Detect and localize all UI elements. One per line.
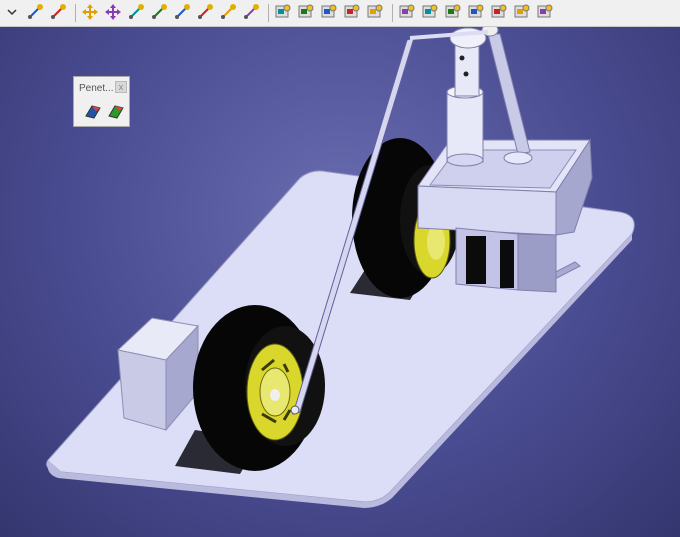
- analysis-1-button[interactable]: [273, 3, 293, 23]
- analysis-5-button[interactable]: [365, 3, 385, 23]
- constraint-3-icon: [444, 3, 462, 24]
- penetration-section-icon: [84, 102, 102, 123]
- measure-between-button[interactable]: [172, 3, 192, 23]
- dropdown-arrow-button[interactable]: [2, 3, 22, 23]
- compass-icon: [150, 3, 168, 24]
- constraint-5-button[interactable]: [489, 3, 509, 23]
- constraint-6-button[interactable]: [512, 3, 532, 23]
- toolbar-separator: [392, 4, 393, 22]
- analysis-3-button[interactable]: [319, 3, 339, 23]
- penetration-analysis-icon: [107, 102, 125, 123]
- penetration-panel: Penet... x: [73, 76, 130, 127]
- compass-button[interactable]: [149, 3, 169, 23]
- constraint-6-icon: [513, 3, 531, 24]
- panel-close-button[interactable]: x: [115, 81, 127, 93]
- analysis-2-icon: [297, 3, 315, 24]
- analysis-1-icon: [274, 3, 292, 24]
- panel-title: Penet...: [79, 82, 114, 94]
- constraint-2-icon: [421, 3, 439, 24]
- pan-button[interactable]: [103, 3, 123, 23]
- constraint-4-icon: [467, 3, 485, 24]
- penetration-analysis-button[interactable]: [106, 101, 128, 123]
- fly-icon: [81, 3, 99, 24]
- paint-brush-icon: [26, 3, 44, 24]
- toolbar-separator: [75, 4, 76, 22]
- constraint-7-button[interactable]: [535, 3, 555, 23]
- constraint-5-icon: [490, 3, 508, 24]
- inertia-button[interactable]: [218, 3, 238, 23]
- clash-icon: [242, 3, 260, 24]
- measure-between-icon: [173, 3, 191, 24]
- analysis-5-icon: [366, 3, 384, 24]
- constraint-7-icon: [536, 3, 554, 24]
- panel-header[interactable]: Penet... x: [74, 77, 129, 99]
- penetration-section-button[interactable]: [82, 101, 104, 123]
- constraint-1-icon: [398, 3, 416, 24]
- tie-rod-joint: [290, 405, 300, 415]
- constraint-1-button[interactable]: [397, 3, 417, 23]
- toolbar-separator: [268, 4, 269, 22]
- analysis-4-button[interactable]: [342, 3, 362, 23]
- constraint-4-button[interactable]: [466, 3, 486, 23]
- fly-button[interactable]: [80, 3, 100, 23]
- inertia-icon: [219, 3, 237, 24]
- measure-item-icon: [196, 3, 214, 24]
- measure-item-button[interactable]: [195, 3, 215, 23]
- snap-icon: [127, 3, 145, 24]
- analysis-2-button[interactable]: [296, 3, 316, 23]
- snap-button[interactable]: [126, 3, 146, 23]
- material-icon: [49, 3, 67, 24]
- toolbar: [0, 0, 680, 27]
- dropdown-arrow-icon: [3, 3, 21, 24]
- analysis-4-icon: [343, 3, 361, 24]
- paint-brush-button[interactable]: [25, 3, 45, 23]
- analysis-3-icon: [320, 3, 338, 24]
- constraint-2-button[interactable]: [420, 3, 440, 23]
- pan-icon: [104, 3, 122, 24]
- clash-button[interactable]: [241, 3, 261, 23]
- panel-tools: [74, 99, 129, 125]
- material-button[interactable]: [48, 3, 68, 23]
- constraint-3-button[interactable]: [443, 3, 463, 23]
